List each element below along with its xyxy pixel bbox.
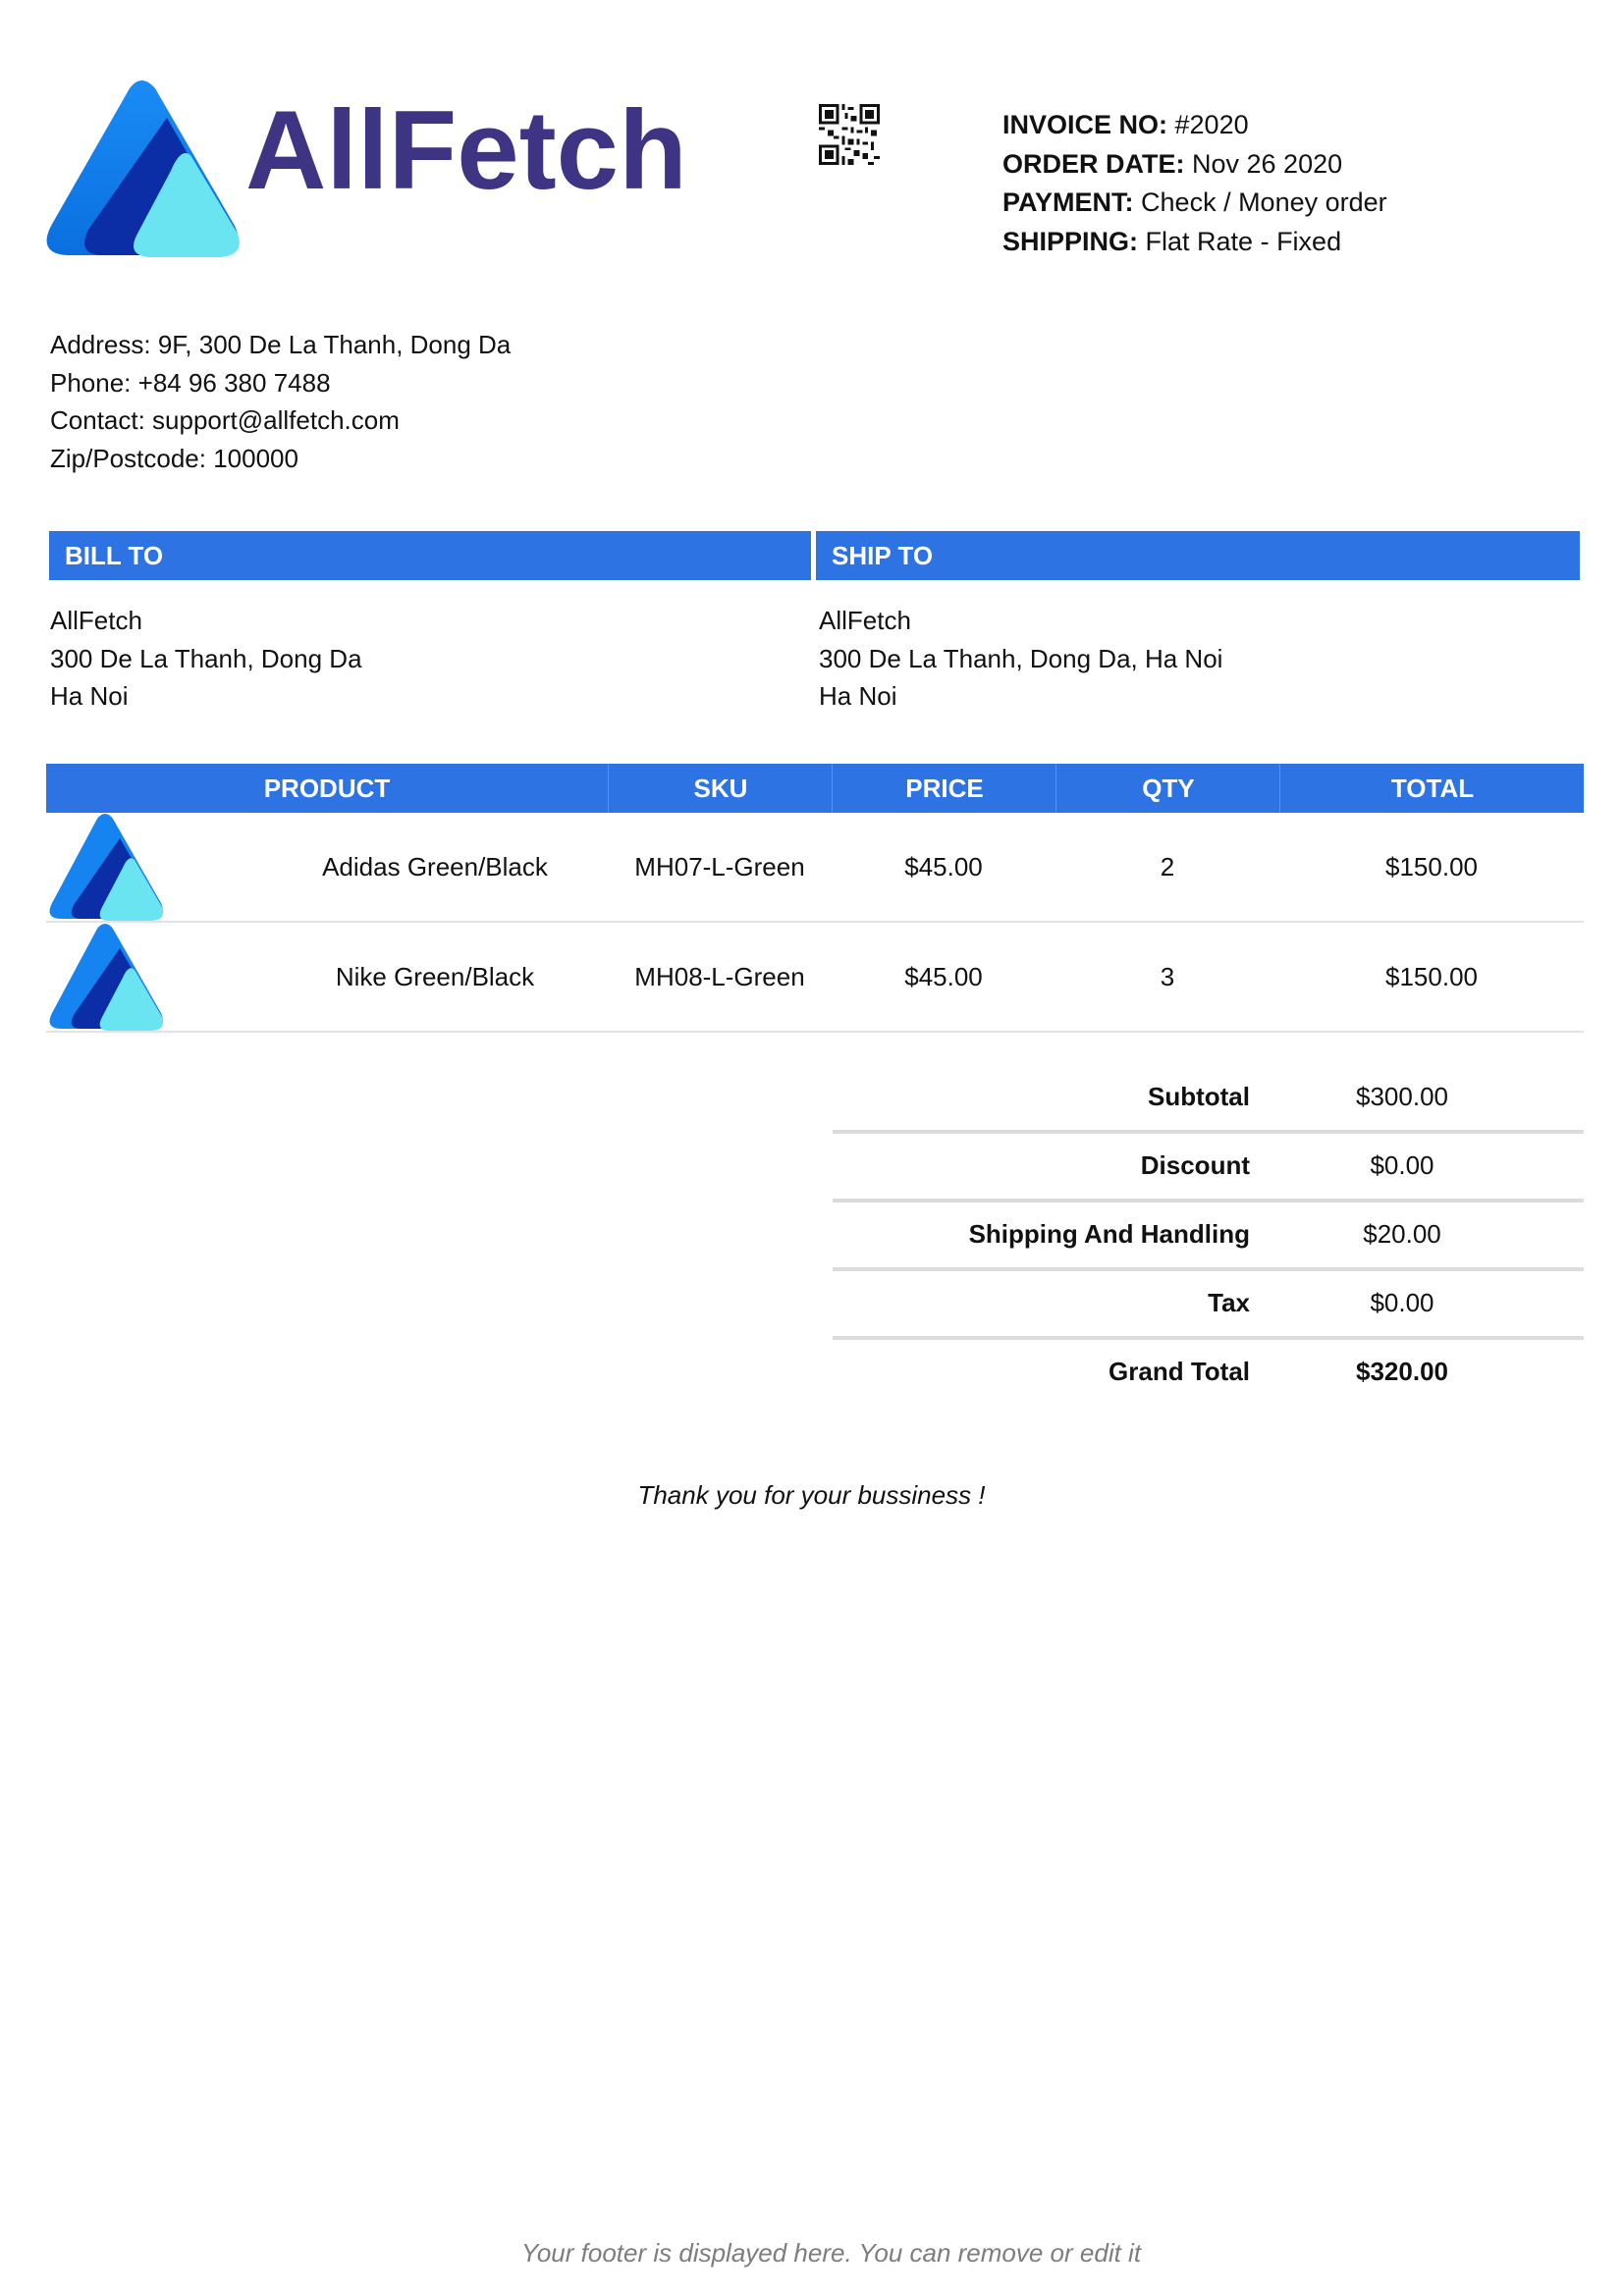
brand-name: AllFetch (245, 88, 687, 213)
product-qty: 2 (1160, 852, 1175, 881)
bill-to-line: AllFetch (50, 606, 142, 635)
products-table-header: PRODUCT SKU PRICE QTY TOTAL (46, 764, 1584, 813)
product-sku: MH08-L-Green (634, 962, 805, 991)
bill-to-heading: BILL TO (49, 531, 811, 580)
triangle-logo-icon (46, 80, 240, 257)
bill-to-line: 300 De La Thanh, Dong Da (50, 643, 362, 673)
subtotal-label: Subtotal (1148, 1082, 1250, 1111)
qr-code-icon (819, 104, 880, 165)
ship-to-line: AllFetch (819, 606, 911, 635)
shipping-method: SHIPPING: Flat Rate - Fixed (1002, 226, 1342, 256)
product-price: $45.00 (904, 962, 983, 991)
discount-row: Discount $0.00 (833, 1132, 1584, 1202)
company-info: Address: 9F, 300 De La Thanh, Dong Da Ph… (50, 326, 511, 477)
order-date: ORDER DATE: Nov 26 2020 (1002, 148, 1343, 179)
product-qty: 3 (1160, 962, 1175, 991)
product-price: $45.00 (904, 852, 983, 881)
product-thumbnail-icon (49, 924, 164, 1031)
subtotal-value: $300.00 (1356, 1082, 1448, 1111)
column-price: PRICE (832, 764, 1056, 813)
company-phone: Phone: +84 96 380 7488 (50, 367, 331, 398)
shipping-handling-row: Shipping And Handling $20.00 (833, 1201, 1584, 1271)
grand-total-row: Grand Total $320.00 (833, 1338, 1584, 1405)
tax-row: Tax $0.00 (833, 1269, 1584, 1340)
column-sku: SKU (608, 764, 833, 813)
invoice-number: INVOICE NO: #2020 (1002, 110, 1249, 139)
product-total: $150.00 (1385, 852, 1478, 881)
discount-label: Discount (1140, 1150, 1250, 1180)
table-row: Adidas Green/Black MH07-L-Green $45.00 2… (46, 813, 1584, 923)
company-zip: Zip/Postcode: 100000 (50, 443, 298, 473)
column-qty: QTY (1055, 764, 1280, 813)
grand-total-value: $320.00 (1356, 1357, 1448, 1386)
tax-label: Tax (1208, 1288, 1250, 1317)
shipping-handling-value: $20.00 (1363, 1219, 1441, 1249)
bill-to-address: AllFetch 300 De La Thanh, Dong Da Ha Noi (50, 602, 362, 716)
company-address: Address: 9F, 300 De La Thanh, Dong Da (50, 330, 512, 359)
invoice-meta: INVOICE NO: #2020 ORDER DATE: Nov 26 202… (1002, 106, 1387, 261)
thank-you-note: Thank you for your bussiness ! (637, 1480, 986, 1510)
ship-to-line: 300 De La Thanh, Dong Da, Ha Noi (819, 643, 1223, 673)
ship-to-line: Ha Noi (819, 681, 897, 711)
grand-total-label: Grand Total (1109, 1357, 1250, 1386)
column-total: TOTAL (1279, 764, 1585, 813)
shipping-handling-label: Shipping And Handling (968, 1219, 1250, 1249)
payment-method: PAYMENT: Check / Money order (1002, 187, 1387, 217)
discount-value: $0.00 (1370, 1150, 1434, 1180)
product-thumbnail-icon (49, 814, 164, 921)
bill-to-line: Ha Noi (50, 681, 129, 711)
ship-to-heading: SHIP TO (816, 531, 1580, 580)
product-sku: MH07-L-Green (634, 852, 805, 881)
product-total: $150.00 (1385, 962, 1478, 991)
ship-to-address: AllFetch 300 De La Thanh, Dong Da, Ha No… (819, 602, 1222, 716)
page-footer: Your footer is displayed here. You can r… (520, 2238, 1142, 2268)
subtotal-row: Subtotal $300.00 (833, 1063, 1584, 1134)
table-row: Nike Green/Black MH08-L-Green $45.00 3 $… (46, 923, 1584, 1033)
company-contact: Contact: support@allfetch.com (50, 405, 400, 435)
column-product: PRODUCT (263, 774, 391, 803)
tax-value: $0.00 (1370, 1288, 1434, 1317)
